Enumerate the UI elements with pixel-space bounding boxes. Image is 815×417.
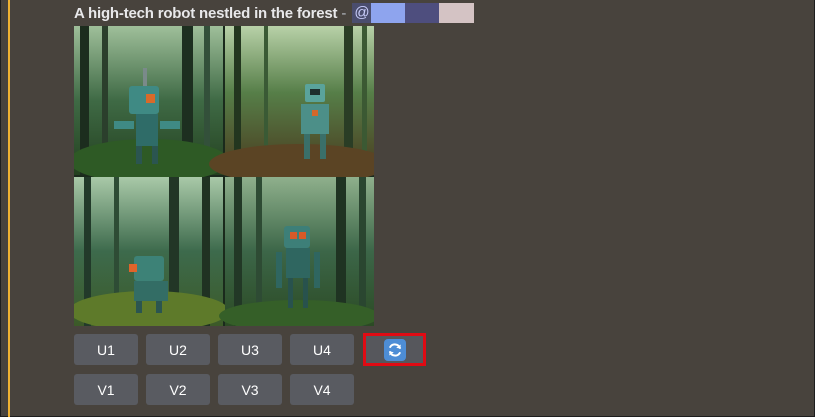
prompt-separator: -	[341, 4, 347, 22]
redacted-username-block	[370, 3, 405, 23]
redacted-username-block	[404, 3, 439, 23]
upscale-button-1[interactable]: U1	[74, 334, 138, 365]
upscale-button-3[interactable]: U3	[218, 334, 282, 365]
message-highlight-bar	[8, 0, 10, 417]
user-mention[interactable]: @	[352, 3, 474, 23]
robot-forest-image-3[interactable]	[74, 177, 229, 326]
upscale-button-4[interactable]: U4	[290, 334, 354, 365]
robot-forest-image-4[interactable]	[219, 177, 374, 326]
prompt-text: A high-tech robot nestled in the forest	[74, 4, 338, 22]
variation-button-1[interactable]: V1	[74, 374, 138, 405]
robot-forest-image-2[interactable]	[209, 26, 374, 184]
window-left-edge	[0, 0, 1, 417]
variation-button-3[interactable]: V3	[218, 374, 282, 405]
robot-forest-image-1[interactable]	[74, 26, 229, 183]
mention-at-symbol: @	[352, 3, 371, 23]
upscale-button-2[interactable]: U2	[146, 334, 210, 365]
refresh-icon	[383, 338, 406, 361]
redacted-username-block	[438, 3, 474, 23]
generated-image-grid[interactable]	[74, 26, 374, 326]
variation-button-2[interactable]: V2	[146, 374, 210, 405]
variation-button-4[interactable]: V4	[290, 374, 354, 405]
message-header: A high-tech robot nestled in the forest …	[74, 3, 474, 23]
reroll-button[interactable]	[363, 333, 426, 366]
